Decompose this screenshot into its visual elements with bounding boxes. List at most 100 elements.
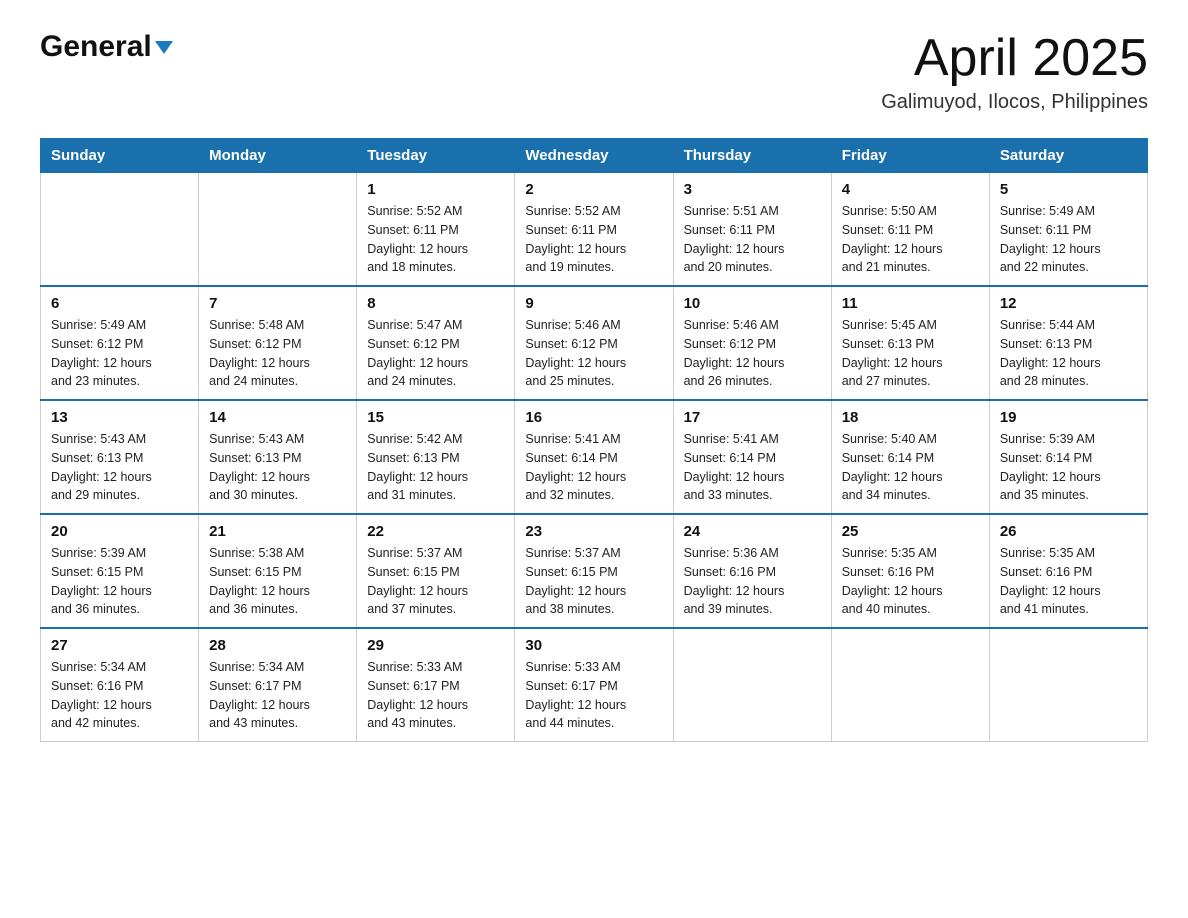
day-info: Sunrise: 5:33 AMSunset: 6:17 PMDaylight:… [367, 658, 504, 733]
day-number: 17 [684, 409, 821, 426]
day-number: 15 [367, 409, 504, 426]
day-info: Sunrise: 5:43 AMSunset: 6:13 PMDaylight:… [209, 430, 346, 505]
day-number: 8 [367, 295, 504, 312]
day-info: Sunrise: 5:49 AMSunset: 6:11 PMDaylight:… [1000, 202, 1137, 277]
day-number: 29 [367, 637, 504, 654]
day-info: Sunrise: 5:35 AMSunset: 6:16 PMDaylight:… [1000, 544, 1137, 619]
day-info: Sunrise: 5:41 AMSunset: 6:14 PMDaylight:… [525, 430, 662, 505]
calendar-cell: 3 Sunrise: 5:51 AMSunset: 6:11 PMDaylight… [673, 173, 831, 287]
calendar-cell: 22 Sunrise: 5:37 AMSunset: 6:15 PMDayligh… [357, 514, 515, 628]
calendar-week-row: 6Sunrise: 5:49 AMSunset: 6:12 PMDaylight… [41, 286, 1148, 400]
day-number: 25 [842, 523, 979, 540]
weekday-header-sunday: Sunday [41, 139, 199, 173]
day-number: 26 [1000, 523, 1137, 540]
day-number: 14 [209, 409, 346, 426]
calendar-cell: 30Sunrise: 5:33 AMSunset: 6:17 PMDayligh… [515, 628, 673, 742]
calendar-cell: 1Sunrise: 5:52 AMSunset: 6:11 PMDaylight… [357, 173, 515, 287]
day-number: 11 [842, 295, 979, 312]
day-info: Sunrise: 5:46 AMSunset: 6:12 PMDaylight:… [525, 316, 662, 391]
day-info: Sunrise: 5:44 AMSunset: 6:13 PMDaylight:… [1000, 316, 1137, 391]
calendar-cell: 12Sunrise: 5:44 AMSunset: 6:13 PMDayligh… [989, 286, 1147, 400]
day-info: Sunrise: 5:42 AMSunset: 6:13 PMDaylight:… [367, 430, 504, 505]
calendar-cell: 19 Sunrise: 5:39 AMSunset: 6:14 PMDayligh… [989, 400, 1147, 514]
calendar-cell: 14 Sunrise: 5:43 AMSunset: 6:13 PMDayligh… [199, 400, 357, 514]
calendar-cell: 25 Sunrise: 5:35 AMSunset: 6:16 PMDayligh… [831, 514, 989, 628]
weekday-header-monday: Monday [199, 139, 357, 173]
calendar-cell: 10Sunrise: 5:46 AMSunset: 6:12 PMDayligh… [673, 286, 831, 400]
day-info: Sunrise: 5:36 AMSunset: 6:16 PMDaylight:… [684, 544, 821, 619]
calendar-cell: 9 Sunrise: 5:46 AMSunset: 6:12 PMDaylight… [515, 286, 673, 400]
weekday-header-saturday: Saturday [989, 139, 1147, 173]
calendar-cell: 21 Sunrise: 5:38 AMSunset: 6:15 PMDayligh… [199, 514, 357, 628]
calendar-cell: 27 Sunrise: 5:34 AMSunset: 6:16 PMDayligh… [41, 628, 199, 742]
weekday-header-wednesday: Wednesday [515, 139, 673, 173]
calendar-cell: 17 Sunrise: 5:41 AMSunset: 6:14 PMDayligh… [673, 400, 831, 514]
calendar-cell: 13 Sunrise: 5:43 AMSunset: 6:13 PMDayligh… [41, 400, 199, 514]
calendar-cell: 15 Sunrise: 5:42 AMSunset: 6:13 PMDayligh… [357, 400, 515, 514]
weekday-header-row: SundayMondayTuesdayWednesdayThursdayFrid… [41, 139, 1148, 173]
day-number: 27 [51, 637, 188, 654]
day-info: Sunrise: 5:50 AMSunset: 6:11 PMDaylight:… [842, 202, 979, 277]
day-number: 28 [209, 637, 346, 654]
calendar-cell [673, 628, 831, 742]
day-number: 21 [209, 523, 346, 540]
calendar-cell: 28 Sunrise: 5:34 AMSunset: 6:17 PMDayligh… [199, 628, 357, 742]
calendar-cell: 6Sunrise: 5:49 AMSunset: 6:12 PMDaylight… [41, 286, 199, 400]
day-number: 22 [367, 523, 504, 540]
day-info: Sunrise: 5:35 AMSunset: 6:16 PMDaylight:… [842, 544, 979, 619]
calendar-cell: 7 Sunrise: 5:48 AMSunset: 6:12 PMDaylight… [199, 286, 357, 400]
day-number: 13 [51, 409, 188, 426]
day-info: Sunrise: 5:34 AMSunset: 6:17 PMDaylight:… [209, 658, 346, 733]
calendar-cell: 16 Sunrise: 5:41 AMSunset: 6:14 PMDayligh… [515, 400, 673, 514]
day-info: Sunrise: 5:37 AMSunset: 6:15 PMDaylight:… [525, 544, 662, 619]
weekday-header-tuesday: Tuesday [357, 139, 515, 173]
calendar-cell: 11 Sunrise: 5:45 AMSunset: 6:13 PMDayligh… [831, 286, 989, 400]
day-info: Sunrise: 5:34 AMSunset: 6:16 PMDaylight:… [51, 658, 188, 733]
calendar-cell: 20 Sunrise: 5:39 AMSunset: 6:15 PMDayligh… [41, 514, 199, 628]
weekday-header-thursday: Thursday [673, 139, 831, 173]
day-info: Sunrise: 5:40 AMSunset: 6:14 PMDaylight:… [842, 430, 979, 505]
day-info: Sunrise: 5:33 AMSunset: 6:17 PMDaylight:… [525, 658, 662, 733]
day-number: 20 [51, 523, 188, 540]
calendar-week-row: 1Sunrise: 5:52 AMSunset: 6:11 PMDaylight… [41, 173, 1148, 287]
day-info: Sunrise: 5:45 AMSunset: 6:13 PMDaylight:… [842, 316, 979, 391]
day-number: 19 [1000, 409, 1137, 426]
day-info: Sunrise: 5:51 AMSunset: 6:11 PMDaylight:… [684, 202, 821, 277]
day-info: Sunrise: 5:38 AMSunset: 6:15 PMDaylight:… [209, 544, 346, 619]
day-info: Sunrise: 5:39 AMSunset: 6:15 PMDaylight:… [51, 544, 188, 619]
day-info: Sunrise: 5:52 AMSunset: 6:11 PMDaylight:… [525, 202, 662, 277]
day-info: Sunrise: 5:48 AMSunset: 6:12 PMDaylight:… [209, 316, 346, 391]
calendar-cell: 5Sunrise: 5:49 AMSunset: 6:11 PMDaylight… [989, 173, 1147, 287]
day-number: 16 [525, 409, 662, 426]
day-number: 18 [842, 409, 979, 426]
day-number: 2 [525, 181, 662, 198]
calendar-cell: 18 Sunrise: 5:40 AMSunset: 6:14 PMDayligh… [831, 400, 989, 514]
calendar-cell: 4 Sunrise: 5:50 AMSunset: 6:11 PMDaylight… [831, 173, 989, 287]
day-number: 9 [525, 295, 662, 312]
calendar-cell [199, 173, 357, 287]
logo: General [40, 30, 173, 63]
calendar-cell [41, 173, 199, 287]
day-number: 24 [684, 523, 821, 540]
calendar-cell: 23 Sunrise: 5:37 AMSunset: 6:15 PMDayligh… [515, 514, 673, 628]
day-number: 3 [684, 181, 821, 198]
day-info: Sunrise: 5:52 AMSunset: 6:11 PMDaylight:… [367, 202, 504, 277]
day-info: Sunrise: 5:41 AMSunset: 6:14 PMDaylight:… [684, 430, 821, 505]
day-info: Sunrise: 5:37 AMSunset: 6:15 PMDaylight:… [367, 544, 504, 619]
month-title: April 2025 [881, 30, 1148, 87]
day-info: Sunrise: 5:49 AMSunset: 6:12 PMDaylight:… [51, 316, 188, 391]
calendar-cell [989, 628, 1147, 742]
page-header: General April 2025 Galimuyod, Ilocos, Ph… [40, 30, 1148, 114]
weekday-header-friday: Friday [831, 139, 989, 173]
calendar-cell: 26 Sunrise: 5:35 AMSunset: 6:16 PMDayligh… [989, 514, 1147, 628]
title-block: April 2025 Galimuyod, Ilocos, Philippine… [881, 30, 1148, 114]
calendar-cell: 24 Sunrise: 5:36 AMSunset: 6:16 PMDayligh… [673, 514, 831, 628]
day-number: 7 [209, 295, 346, 312]
location-subtitle: Galimuyod, Ilocos, Philippines [881, 91, 1148, 114]
calendar-cell: 29 Sunrise: 5:33 AMSunset: 6:17 PMDayligh… [357, 628, 515, 742]
day-info: Sunrise: 5:39 AMSunset: 6:14 PMDaylight:… [1000, 430, 1137, 505]
calendar-table: SundayMondayTuesdayWednesdayThursdayFrid… [40, 138, 1148, 742]
day-info: Sunrise: 5:43 AMSunset: 6:13 PMDaylight:… [51, 430, 188, 505]
day-number: 23 [525, 523, 662, 540]
day-number: 4 [842, 181, 979, 198]
